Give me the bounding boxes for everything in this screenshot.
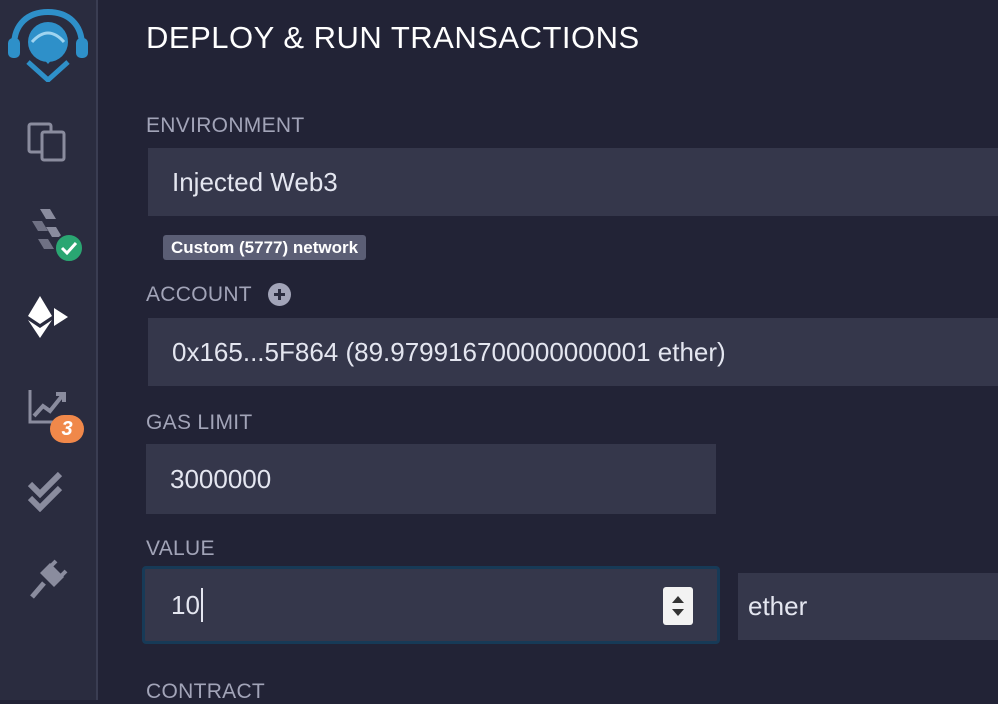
gas-limit-input[interactable]: 3000000 xyxy=(146,444,716,514)
compile-success-icon xyxy=(54,233,84,263)
value-input[interactable]: 10 xyxy=(142,566,720,644)
gas-limit-label: GAS LIMIT xyxy=(146,411,253,434)
spinner-down-icon[interactable] xyxy=(671,608,685,617)
text-caret xyxy=(200,588,203,622)
plugin-manager-icon[interactable] xyxy=(0,556,96,604)
analysis-count-badge: 3 xyxy=(50,415,84,443)
test-icon[interactable] xyxy=(0,470,96,514)
account-label: ACCOUNT xyxy=(146,283,252,306)
account-select[interactable]: 0x165...5F864 (89.979916700000000001 eth… xyxy=(148,318,998,386)
value-unit-select[interactable]: ether xyxy=(738,573,998,640)
value-amount: 10 xyxy=(171,589,200,620)
file-explorer-icon[interactable] xyxy=(0,116,96,164)
number-spinner[interactable] xyxy=(663,587,693,625)
add-account-icon[interactable] xyxy=(268,283,291,306)
environment-select[interactable]: Injected Web3 xyxy=(148,148,998,216)
deploy-run-icon[interactable] xyxy=(0,292,96,342)
contract-label: CONTRACT xyxy=(146,680,266,703)
environment-label: ENVIRONMENT xyxy=(146,114,305,137)
remix-logo-icon[interactable] xyxy=(0,6,96,82)
value-label: VALUE xyxy=(146,537,215,560)
network-badge: Custom (5777) network xyxy=(163,235,367,260)
spinner-up-icon[interactable] xyxy=(671,595,685,604)
icon-sidebar: 3 xyxy=(0,0,98,700)
deploy-run-panel: DEPLOY & RUN TRANSACTIONS ENVIRONMENT In… xyxy=(98,0,998,703)
page-title: DEPLOY & RUN TRANSACTIONS xyxy=(146,20,640,55)
